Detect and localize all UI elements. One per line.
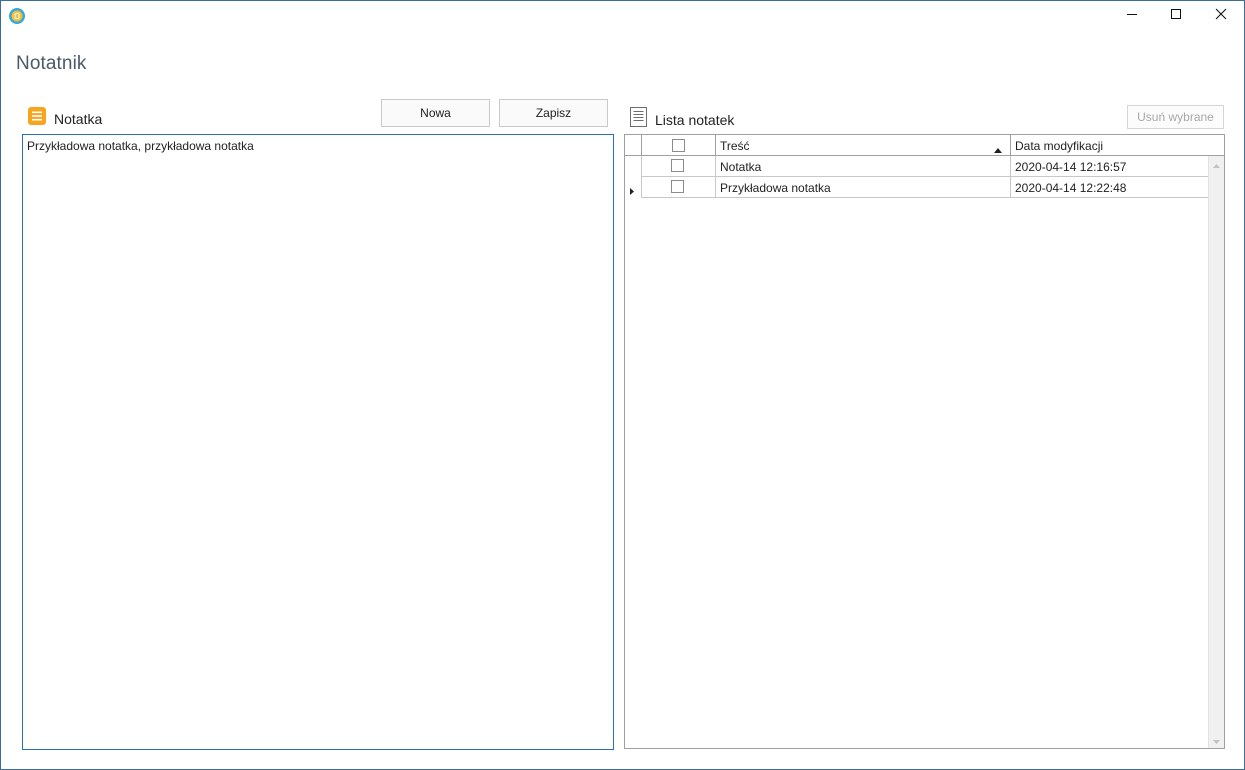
maximize-button[interactable]	[1153, 1, 1199, 31]
minimize-icon	[1126, 7, 1138, 25]
grid-header: Treść Data modyfikacji	[625, 135, 1208, 156]
close-button[interactable]	[1198, 1, 1244, 31]
close-icon	[1215, 7, 1227, 25]
maximize-icon	[1170, 7, 1182, 25]
row-checkbox[interactable]	[671, 159, 684, 172]
column-header-modified-label: Data modyfikacji	[1015, 139, 1104, 153]
document-list-icon	[630, 107, 647, 132]
note-section-header: Notatka	[28, 107, 102, 130]
row-header[interactable]	[625, 156, 641, 177]
grid-corner	[1208, 135, 1224, 156]
app-window: Notatnik Notatka Nowa Zapisz Przykładowa…	[0, 0, 1245, 770]
row-checkbox[interactable]	[671, 180, 684, 193]
minimize-button[interactable]	[1109, 1, 1155, 31]
cell-content: Przykładowa notatka	[720, 181, 831, 195]
app-icon	[8, 7, 26, 25]
select-all-checkbox[interactable]	[672, 139, 685, 152]
row-header[interactable]	[625, 177, 641, 198]
save-note-button[interactable]: Zapisz	[499, 99, 608, 127]
chevron-down-icon	[1213, 731, 1220, 749]
note-text-area[interactable]: Przykładowa notatka, przykładowa notatka	[22, 134, 614, 750]
vertical-scrollbar[interactable]	[1208, 156, 1224, 748]
current-row-indicator-icon	[630, 184, 634, 198]
header-divider	[641, 135, 642, 156]
scroll-up-button[interactable]	[1209, 156, 1224, 172]
list-section-header: Lista notatek	[630, 107, 734, 132]
chevron-up-icon	[1213, 155, 1220, 173]
title-bar	[1, 1, 1244, 31]
page-title: Notatnik	[16, 53, 87, 74]
table-row[interactable]: Przykładowa notatka 2020-04-14 12:22:48	[625, 177, 1208, 198]
note-text: Przykładowa notatka, przykładowa notatka	[27, 139, 254, 153]
column-header-content[interactable]: Treść	[716, 135, 1010, 156]
sort-ascending-icon	[994, 142, 1002, 156]
cell-modified: 2020-04-14 12:22:48	[1015, 181, 1127, 195]
cell-content: Notatka	[720, 160, 762, 174]
column-header-content-label: Treść	[720, 139, 750, 153]
table-row[interactable]: Notatka 2020-04-14 12:16:57	[625, 156, 1208, 177]
notes-grid: Treść Data modyfikacji Notatka 2020-04-1…	[624, 134, 1225, 749]
column-header-modified[interactable]: Data modyfikacji	[1011, 135, 1208, 156]
note-icon	[28, 107, 46, 130]
note-section-title: Notatka	[54, 110, 103, 127]
scroll-down-button[interactable]	[1209, 732, 1224, 748]
list-section-title: Lista notatek	[655, 111, 735, 128]
new-note-button[interactable]: Nowa	[381, 99, 490, 127]
delete-selected-button[interactable]: Usuń wybrane	[1127, 105, 1224, 129]
cell-modified: 2020-04-14 12:16:57	[1015, 160, 1127, 174]
